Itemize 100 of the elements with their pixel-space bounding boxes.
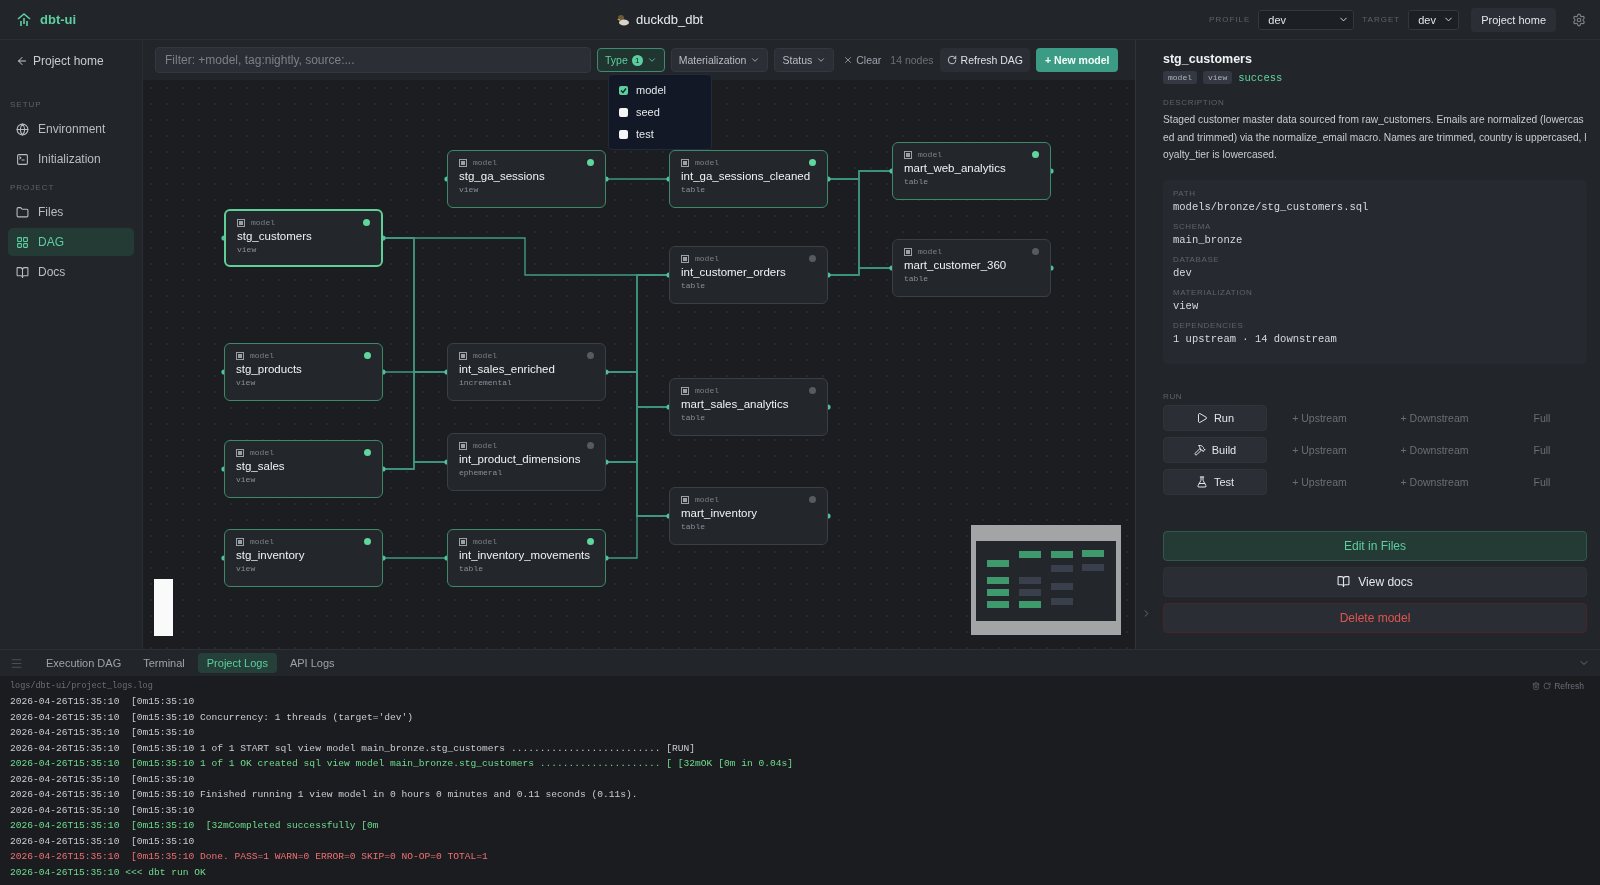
model-node[interactable]: model int_customer_orders table xyxy=(669,246,828,304)
node-type: model xyxy=(695,495,720,504)
model-node[interactable]: model int_ga_sessions_cleaned table xyxy=(669,150,828,208)
target-select[interactable]: dev xyxy=(1408,9,1460,30)
filter-field[interactable]: Filter: +model, tag:nightly, source:... xyxy=(155,47,591,73)
log-line: 2026-04-26T15:35:10 <<< dbt run OK xyxy=(10,865,207,880)
model-node[interactable]: model mart_sales_analytics table xyxy=(669,378,828,436)
model-icon xyxy=(681,254,689,263)
model-node[interactable]: model stg_products view xyxy=(224,343,383,401)
model-node[interactable]: model int_inventory_movements table xyxy=(447,529,606,587)
panel-tab[interactable]: Terminal xyxy=(134,653,194,673)
model-title: stg_customers xyxy=(1163,52,1253,66)
model-icon xyxy=(236,448,244,457)
model-icon xyxy=(236,537,244,546)
log-line: 2026-04-26T15:35:10 [0m15:35:10 1 of 1 OK created sql view model main_bronze.stg_customers ..................... [ [32mOK [0m in 0.04s] xyxy=(10,757,794,771)
node-type: model xyxy=(918,247,943,256)
model-icon xyxy=(459,158,467,167)
hammer-icon xyxy=(1193,443,1206,456)
tag: view xyxy=(1203,71,1233,84)
filter-dropdown[interactable]: Materialization xyxy=(670,48,769,72)
clear-button[interactable]: Clear xyxy=(840,54,885,66)
node-materialization: view xyxy=(236,475,257,484)
node-materialization: view xyxy=(459,185,480,194)
log-line: 2026-04-26T15:35:10 [0m15:35:10 1 of 1 START sql view model main_bronze.stg_customers .......................... [RUN] xyxy=(10,741,697,756)
sidebar-item[interactable]: Initialization xyxy=(8,145,134,173)
node-materialization: incremental xyxy=(459,378,513,387)
count-badge: 1 xyxy=(631,54,643,66)
drag-handle-icon[interactable] xyxy=(10,656,23,670)
terminal-icon xyxy=(16,152,29,166)
model-node[interactable]: model mart_customer_360 table xyxy=(892,239,1051,297)
refresh-button[interactable]: Refresh DAG xyxy=(939,48,1030,72)
sidebar-item[interactable]: Environment xyxy=(8,115,134,143)
minimap-drawing[interactable] xyxy=(971,525,1121,635)
settings-icon[interactable] xyxy=(1572,12,1586,27)
node-materialization: table xyxy=(904,274,929,283)
action-button[interactable]: Build xyxy=(1163,436,1267,463)
filter-dropdown[interactable]: Type 1 xyxy=(597,48,665,72)
view-docs-button[interactable]: View docs xyxy=(1163,566,1587,597)
model-node[interactable]: model int_product_dimensions ephemeral xyxy=(447,433,606,491)
sidebar-item[interactable]: Files xyxy=(8,198,134,226)
model-node[interactable]: model mart_web_analytics table xyxy=(892,142,1051,200)
controls-panel xyxy=(154,579,173,636)
checkbox[interactable] xyxy=(619,85,628,95)
node-materialization: table xyxy=(681,522,706,531)
description-text: Staged customer master data sourced from raw_customers. Emails are normalized (lowercased and trimmed) via the normalize_email macro. Names are trimmed, country is uppercased, loyalty_tier is lowercased. xyxy=(1163,113,1587,162)
back-link[interactable]: Project home xyxy=(8,50,134,72)
model-node[interactable]: model stg_inventory view xyxy=(224,529,383,587)
model-node[interactable]: model stg_ga_sessions view xyxy=(447,150,606,208)
project-home-button[interactable]: Project home xyxy=(1471,7,1556,32)
model-icon xyxy=(236,351,244,360)
panel-tab[interactable]: API Logs xyxy=(280,653,344,673)
node-materialization: table xyxy=(459,564,484,573)
model-icon xyxy=(459,351,467,360)
sidebar-item[interactable]: DAG xyxy=(8,228,134,256)
chevron-down-icon xyxy=(816,55,827,65)
model-icon xyxy=(681,158,689,167)
log-path: logs/dbt-ui/project_logs.log xyxy=(10,681,153,691)
node-name: stg_inventory xyxy=(236,549,306,561)
refresh-icon xyxy=(946,55,957,65)
run-status: success xyxy=(1238,71,1283,84)
node-name: int_sales_enriched xyxy=(459,363,556,375)
model-node[interactable]: model int_sales_enriched incremental xyxy=(447,343,606,401)
property-value: main_bronze xyxy=(1173,233,1244,246)
node-name: stg_sales xyxy=(236,460,286,472)
menu-option[interactable]: seed xyxy=(609,101,711,123)
project-name: duckdb_dbt xyxy=(636,12,704,27)
menu-option[interactable]: test xyxy=(609,123,711,145)
model-node[interactable]: model stg_sales view xyxy=(224,440,383,498)
log-line: 2026-04-26T15:35:10 [0m15:35:10 xyxy=(10,726,196,740)
model-node[interactable]: model stg_customers view xyxy=(224,209,383,267)
delete-model-button[interactable]: Delete model xyxy=(1163,602,1587,633)
edit-in-files-button[interactable]: Edit in Files xyxy=(1163,530,1587,561)
profile-select[interactable]: dev xyxy=(1258,9,1355,30)
model-icon xyxy=(459,441,467,450)
model-icon xyxy=(237,218,245,227)
node-name: stg_customers xyxy=(237,230,313,242)
panel-tab[interactable]: Execution DAG xyxy=(37,653,131,673)
panel-tab[interactable]: Project Logs xyxy=(197,653,277,673)
menu-option[interactable]: model xyxy=(609,79,711,101)
log-line: 2026-04-26T15:35:10 [0m15:35:10 Concurrency: 1 threads (target='dev') xyxy=(10,710,414,725)
node-type: model xyxy=(250,537,275,546)
node-materialization: view xyxy=(236,564,257,573)
node-type: model xyxy=(250,448,275,457)
globe-icon xyxy=(16,122,29,136)
model-node[interactable]: model mart_inventory table xyxy=(669,487,828,545)
action-button[interactable]: Test xyxy=(1163,468,1267,495)
node-name: int_inventory_movements xyxy=(459,549,592,561)
book-icon xyxy=(1337,575,1351,588)
description-label: DESCRIPTION xyxy=(1163,98,1226,107)
filter-dropdown[interactable]: Status xyxy=(774,48,835,72)
node-materialization: view xyxy=(236,378,257,387)
grid-icon xyxy=(16,235,29,249)
checkbox[interactable] xyxy=(619,129,628,139)
action-button[interactable]: Run xyxy=(1163,404,1267,431)
sidebar-item[interactable]: Docs xyxy=(8,258,134,286)
folder-icon xyxy=(16,205,29,219)
log-line: 2026-04-26T15:35:10 [0m15:35:10 xyxy=(10,772,196,787)
checkbox[interactable] xyxy=(619,107,628,117)
flask-icon xyxy=(1195,475,1208,488)
log-line: 2026-04-26T15:35:10 [0m15:35:10 xyxy=(10,695,196,709)
